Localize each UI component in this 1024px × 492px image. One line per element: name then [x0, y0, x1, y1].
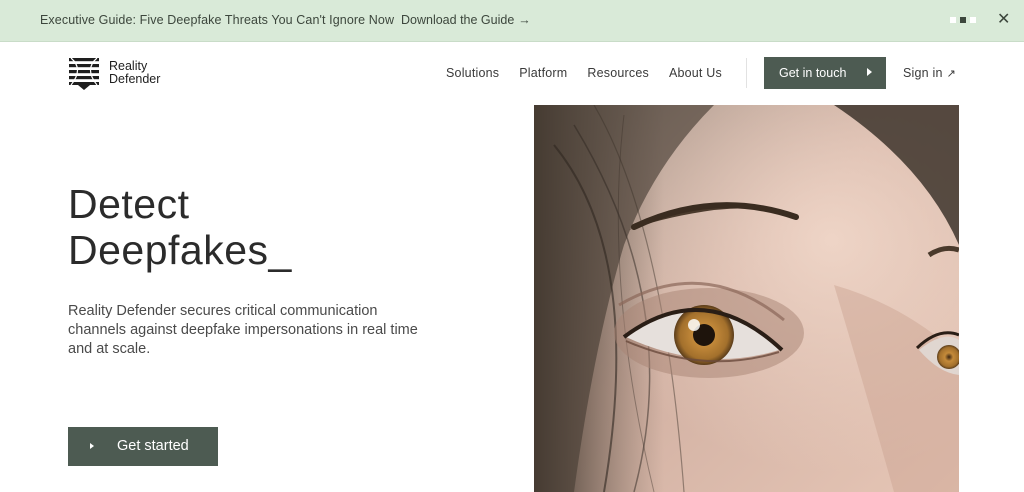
banner-text: Executive Guide: Five Deepfake Threats Y… — [40, 13, 395, 27]
get-in-touch-button[interactable]: Get in touch — [764, 57, 886, 89]
download-guide-label: Download the Guide — [401, 13, 515, 27]
hero-face-image — [534, 105, 959, 492]
close-icon[interactable]: ✕ — [997, 11, 1010, 29]
get-started-button[interactable]: Get started — [68, 427, 218, 466]
main-nav: Solutions Platform Resources About Us — [446, 66, 742, 80]
logo-wordmark: Reality Defender — [109, 60, 160, 86]
logo-line-2: Defender — [109, 72, 161, 86]
play-caret-icon — [867, 68, 872, 76]
carousel-dot[interactable] — [950, 17, 956, 23]
download-guide-link[interactable]: Download the Guide → — [401, 13, 531, 27]
get-started-label: Get started — [117, 438, 189, 454]
nav-item-resources[interactable]: Resources — [587, 66, 649, 80]
sign-in-label: Sign in — [903, 66, 943, 80]
nav-item-platform[interactable]: Platform — [519, 66, 567, 80]
nav-item-solutions[interactable]: Solutions — [446, 66, 499, 80]
banner-carousel-dots[interactable] — [950, 17, 976, 23]
hero-title-line-1: Detect — [68, 181, 190, 227]
get-in-touch-label: Get in touch — [779, 66, 847, 80]
logo-mark-icon — [69, 57, 99, 90]
hero-description: Reality Defender secures critical commun… — [68, 303, 418, 357]
play-caret-icon — [90, 443, 94, 449]
hero-title-line-2: Deepfakes_ — [68, 227, 292, 273]
nav-divider — [746, 58, 747, 88]
sign-in-link[interactable]: Sign in ↗ — [903, 66, 956, 80]
carousel-dot-active[interactable] — [960, 17, 966, 23]
external-arrow-icon: ↗ — [946, 68, 957, 80]
nav-item-about-us[interactable]: About Us — [669, 66, 722, 80]
hero-title: Detect Deepfakes_ — [68, 181, 292, 273]
announcement-banner: Executive Guide: Five Deepfake Threats Y… — [0, 0, 1024, 42]
reality-defender-logo[interactable]: Reality Defender — [68, 57, 178, 91]
carousel-dot[interactable] — [970, 17, 976, 23]
arrow-right-icon: → — [518, 13, 531, 27]
